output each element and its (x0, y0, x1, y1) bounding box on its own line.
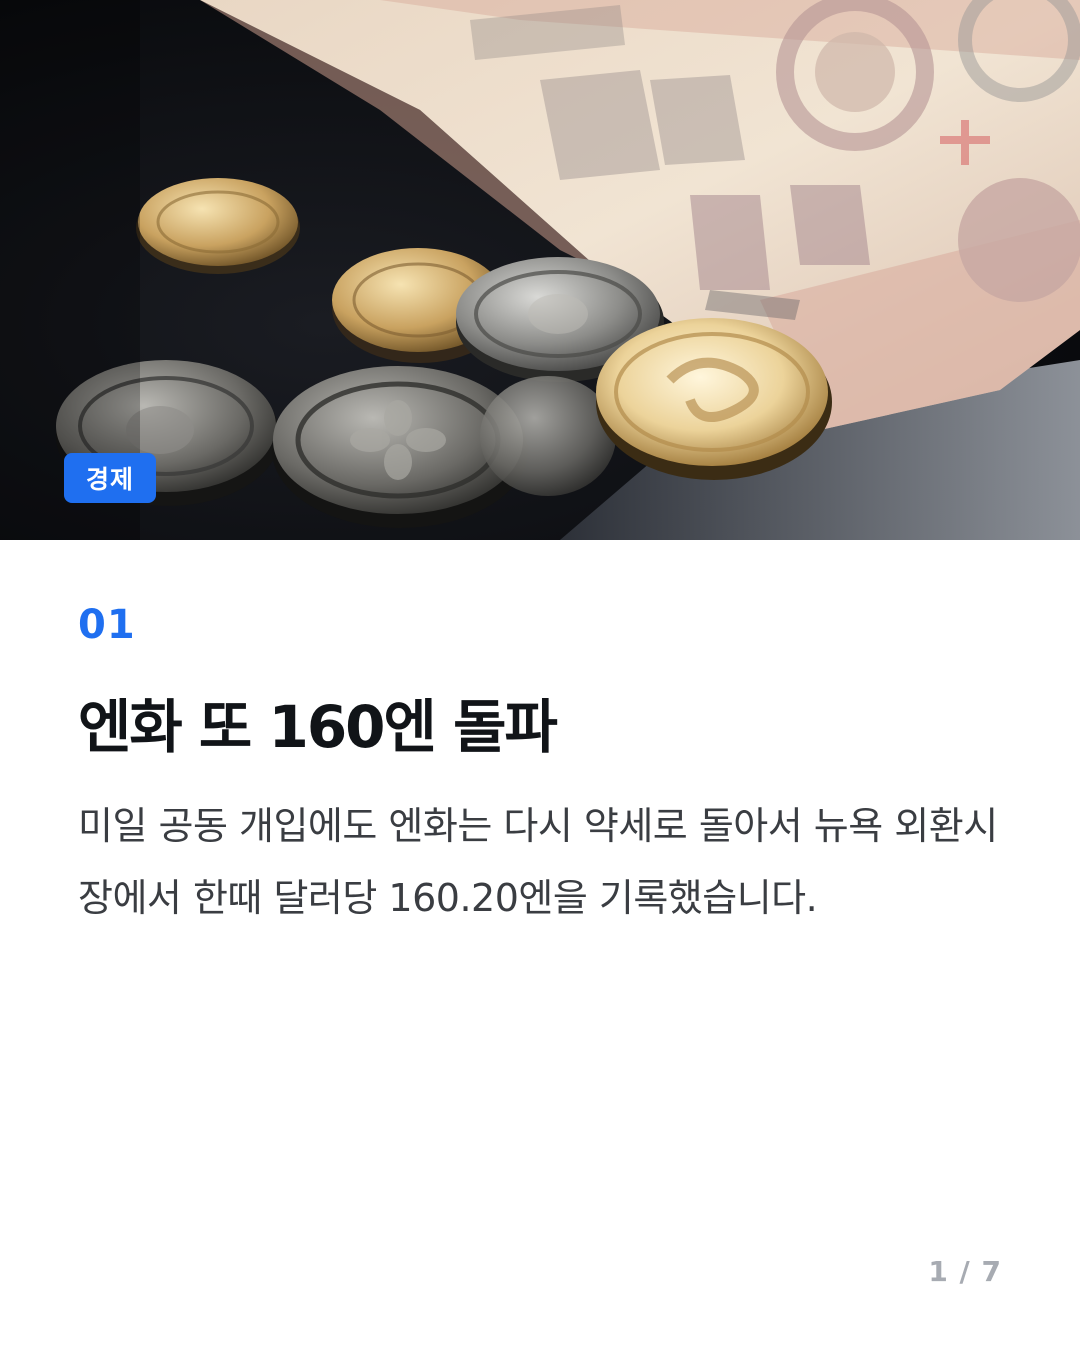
body-text: 미일 공동 개입에도 엔화는 다시 약세로 돌아서 뉴욕 외환시장에서 한때 달… (78, 804, 998, 920)
headline: 엔화 또 160엔 돌파 (78, 693, 558, 761)
page-indicator: 1 / 7 (928, 1255, 1002, 1288)
news-card: 경제 01 엔화 또 160엔 돌파 미일 공동 개입에도 엔화는 다시 약세로… (0, 0, 1080, 1350)
item-number: 01 (78, 602, 136, 648)
hero-image: 경제 (0, 0, 1080, 540)
category-badge[interactable]: 경제 (64, 453, 157, 503)
coins-banknote-illustration (0, 0, 1080, 540)
